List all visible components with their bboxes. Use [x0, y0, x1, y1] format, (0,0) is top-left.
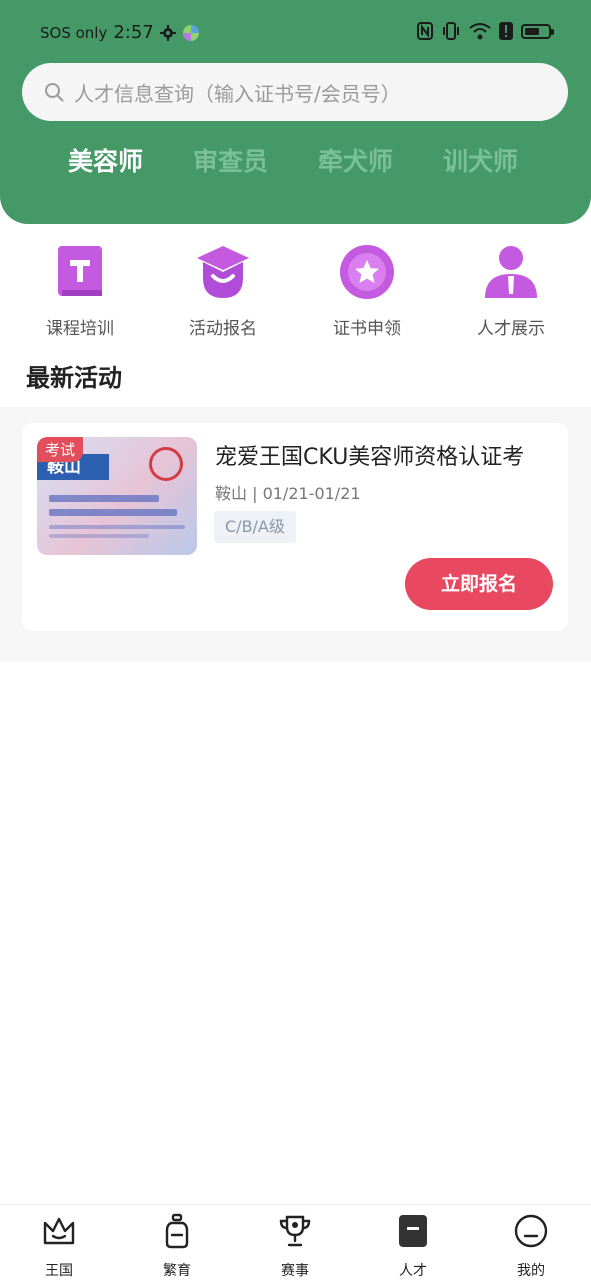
nav-item-talent[interactable]: 人才	[373, 1213, 453, 1280]
crown-icon	[43, 1217, 75, 1245]
nav-label-profile: 我的	[517, 1263, 545, 1279]
level-badge: C/B/A级	[214, 511, 296, 543]
header: SOS only 2:57 人才信息查询（输入证书号/会员号） 美容师 审查员 …	[0, 0, 591, 224]
talent-icon	[399, 1215, 427, 1247]
bottle-icon	[165, 1213, 189, 1249]
clock: 2:57	[113, 22, 154, 43]
bottom-nav: 王国 繁育 赛事 人才 我的	[0, 1204, 591, 1281]
star-badge-icon	[340, 245, 394, 299]
quick-action-course-label: 课程培训	[46, 319, 114, 339]
thumbnail-text-line	[49, 509, 177, 516]
nav-label-breeding: 繁育	[163, 1263, 191, 1279]
trophy-icon	[279, 1215, 311, 1247]
quick-action-signup-label: 活动报名	[189, 319, 257, 339]
search-icon	[45, 83, 64, 102]
activity-title[interactable]: 宠爱王国CKU美容师资格认证考	[215, 439, 524, 471]
battery-icon	[521, 23, 554, 39]
quick-action-course[interactable]: 课程培训	[20, 244, 140, 339]
nfc-icon	[417, 22, 433, 40]
quick-action-talent[interactable]: 人才展示	[451, 244, 571, 339]
wifi-icon	[469, 23, 491, 40]
quick-action-certificate[interactable]: 证书申领	[307, 244, 427, 339]
settings-icon	[159, 24, 176, 41]
nav-item-kingdom[interactable]: 王国	[19, 1213, 99, 1280]
tab-handler[interactable]: 牵犬师	[318, 142, 393, 178]
person-icon	[485, 246, 537, 298]
exam-tag: 考试	[37, 437, 84, 462]
profile-icon	[514, 1214, 548, 1248]
category-tabs: 美容师 审查员 牵犬师 训犬师	[0, 142, 591, 182]
tab-groomer[interactable]: 美容师	[68, 142, 143, 178]
nav-label-events: 赛事	[281, 1263, 309, 1279]
section-title: 最新活动	[26, 364, 122, 392]
quick-action-signup[interactable]: 活动报名	[163, 244, 283, 339]
nav-label-talent: 人才	[399, 1263, 427, 1279]
nav-item-breeding[interactable]: 繁育	[137, 1213, 217, 1280]
nav-label-kingdom: 王国	[45, 1263, 73, 1279]
thumbnail-text-line	[49, 495, 159, 502]
search-placeholder: 人才信息查询（输入证书号/会员号）	[74, 81, 401, 106]
nav-item-profile[interactable]: 我的	[491, 1213, 571, 1280]
tab-trainer[interactable]: 训犬师	[443, 142, 518, 178]
app-notification-icon	[182, 24, 199, 41]
quick-action-talent-label: 人才展示	[477, 319, 545, 339]
activity-meta: 鞍山 | 01/21-01/21	[215, 484, 361, 503]
tab-inspector[interactable]: 审查员	[193, 142, 268, 178]
thumbnail-text-line	[49, 534, 149, 538]
activity-thumbnail[interactable]: 鞍山 考试	[37, 437, 197, 555]
signup-button[interactable]: 立即报名	[405, 558, 553, 610]
quick-action-certificate-label: 证书申领	[333, 319, 401, 339]
seal-icon	[149, 447, 183, 481]
status-bar: SOS only 2:57	[0, 18, 591, 48]
search-bar[interactable]: 人才信息查询（输入证书号/会员号）	[22, 63, 568, 121]
nav-item-events[interactable]: 赛事	[255, 1213, 335, 1280]
activity-card[interactable]: 鞍山 考试 宠爱王国CKU美容师资格认证考 鞍山 | 01/21-01/21 C…	[22, 423, 568, 631]
quick-actions: 课程培训 活动报名 证书申领 人才展示	[0, 244, 591, 344]
carrier-text: SOS only	[40, 23, 108, 42]
vibrate-icon	[443, 22, 459, 40]
course-icon	[58, 246, 102, 296]
signal-alert-icon	[499, 22, 513, 40]
thumbnail-text-line	[49, 525, 185, 529]
graduation-cap-icon	[197, 246, 249, 298]
